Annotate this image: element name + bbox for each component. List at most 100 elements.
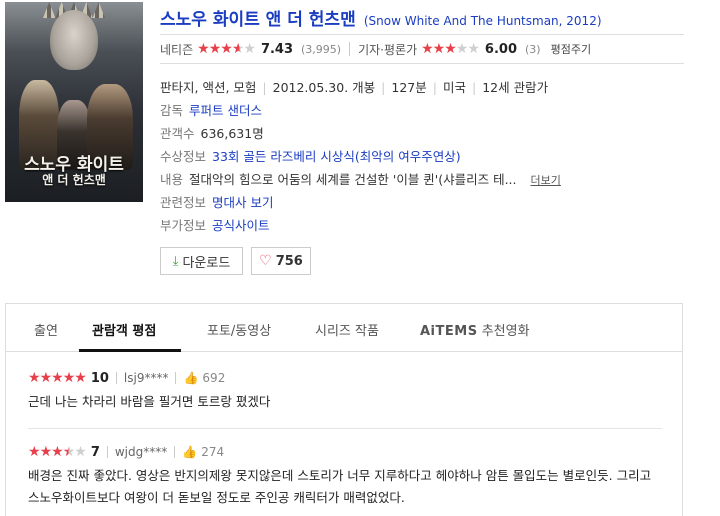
star-icon: ★ xyxy=(243,41,256,57)
star-icon: ★ xyxy=(467,41,480,57)
director-link[interactable]: 루퍼트 샌더스 xyxy=(189,103,262,118)
review-panel: 출연 관람객 평점 포토/동영상 시리즈 작품 AiTEMS 추천영화 ★★★★… xyxy=(5,303,683,516)
director-label: 감독 xyxy=(160,103,184,118)
divider xyxy=(106,446,108,458)
runtime: 127분 xyxy=(391,80,427,95)
download-label: 다운로드 xyxy=(182,255,231,271)
rating-divider xyxy=(349,42,351,56)
star-icon: ★ xyxy=(62,370,76,386)
star-icon: ★ xyxy=(197,41,210,57)
heart-icon: ♡ xyxy=(259,253,272,269)
critic-score: 6.00 xyxy=(484,41,517,57)
tab-cast[interactable]: 출연 xyxy=(34,320,58,339)
movie-poster[interactable]: 스노우 화이트 앤 더 헌츠맨 xyxy=(5,2,143,202)
thumbs-up-icon[interactable]: 👍 xyxy=(182,445,197,459)
netizen-count: (3,995) xyxy=(301,42,342,56)
movie-title-english: (Snow White And The Huntsman, 2012) xyxy=(363,14,602,28)
audience-row: 관객수 636,631명 xyxy=(160,125,561,148)
director-row: 감독 루퍼트 샌더스 xyxy=(160,102,561,125)
review-likes: 692 xyxy=(202,371,226,385)
review-score: 7 xyxy=(90,444,100,460)
tab-audience-rating[interactable]: 관람객 평점 xyxy=(92,320,156,339)
review-divider xyxy=(28,428,662,429)
netizen-star-icons: ★★★★★ xyxy=(197,41,256,57)
review-likes: 274 xyxy=(201,445,225,459)
tab-photos-videos[interactable]: 포토/동영상 xyxy=(207,320,271,339)
divider xyxy=(175,372,177,384)
plot-row: 내용 절대악의 힘으로 어둠의 세계를 건설한 '이블 퀸'(샤를리즈 테... 더… xyxy=(160,171,561,194)
star-icon: ★ xyxy=(421,41,434,57)
audience-label: 관객수 xyxy=(160,126,195,141)
info-basic-row: 판타지, 액션, 모험 | 2012.05.30. 개봉 | 127분 | 미국 | 12세 관… xyxy=(160,79,561,102)
review-text: 근데 나는 차라리 바람을 필거면 토르랑 폈겠다 xyxy=(28,394,271,409)
like-count: 756 xyxy=(275,253,303,269)
critic-star-icons: ★★★★★ xyxy=(421,41,480,57)
poster-subtitle: 앤 더 헌츠맨 xyxy=(42,173,106,187)
star-icon: ★ xyxy=(28,444,41,460)
star-icon: ★ xyxy=(231,41,245,57)
official-site-link[interactable]: 공식사이트 xyxy=(212,218,270,233)
divider xyxy=(115,372,117,384)
star-icon: ★ xyxy=(39,444,53,460)
movie-info: 판타지, 액션, 모험 | 2012.05.30. 개봉 | 127분 | 미국 | 12세 관… xyxy=(160,79,561,240)
movie-title: 스노우 화이트 앤 더 헌츠맨 (Snow White And The Hunt… xyxy=(160,5,602,30)
country: 미국 xyxy=(442,80,466,95)
active-tab-indicator xyxy=(79,349,181,352)
aitems-brand: AiTEMS xyxy=(420,324,478,339)
star-icon: ★ xyxy=(432,41,446,57)
netizen-score: 7.43 xyxy=(260,41,294,57)
review-user: lsj9**** xyxy=(123,371,169,385)
related-row: 관련정보 명대사 보기 xyxy=(160,194,561,217)
poster-queen-figure xyxy=(50,10,98,70)
age-rating: 12세 관람가 xyxy=(482,80,549,95)
awards-row: 수상정보 33회 골든 라즈베리 시상식(최악의 여우주연상) xyxy=(160,148,561,171)
review-item: ★★★★★ 7 wjdg**** 👍 274 배경은 진짜 좋았다. 영상은 반… xyxy=(28,444,662,509)
review-user: wjdg**** xyxy=(114,445,168,459)
divider xyxy=(174,446,176,458)
plot-label: 내용 xyxy=(160,172,184,187)
review-star-icons: ★★★★★ xyxy=(28,370,87,386)
review-item: ★★★★★ 10 lsj9**** 👍 692 근데 나는 차라리 바람을 필거… xyxy=(28,370,662,413)
audience-count: 636,631명 xyxy=(200,126,264,141)
plot-text: 절대악의 힘으로 어둠의 세계를 건설한 '이블 퀸'(샤를리즈 테... xyxy=(189,172,517,187)
extra-row: 부가정보 공식사이트 xyxy=(160,217,561,240)
star-icon: ★ xyxy=(62,444,76,460)
extra-label: 부가정보 xyxy=(160,218,207,233)
aitems-label: 추천영화 xyxy=(477,324,530,339)
tab-aitems[interactable]: AiTEMS 추천영화 xyxy=(420,320,530,339)
genre-text: 판타지, 액션, 모험 xyxy=(160,80,257,95)
star-icon: ★ xyxy=(28,370,41,386)
awards-link[interactable]: 33회 골든 라즈베리 시상식(최악의 여우주연상) xyxy=(212,149,461,164)
star-icon: ★ xyxy=(51,444,64,460)
star-icon: ★ xyxy=(51,370,64,386)
awards-label: 수상정보 xyxy=(160,149,207,164)
divider: | xyxy=(381,80,386,95)
rate-button[interactable]: 평점주기 xyxy=(551,41,591,57)
star-icon: ★ xyxy=(74,444,87,460)
more-link[interactable]: 더보기 xyxy=(531,174,561,187)
like-button[interactable]: ♡ 756 xyxy=(251,247,311,275)
release-date: 2012.05.30. 개봉 xyxy=(272,80,376,95)
quotes-link[interactable]: 명대사 보기 xyxy=(212,195,273,210)
star-icon: ★ xyxy=(39,370,53,386)
star-icon: ★ xyxy=(455,41,469,57)
critic-count: (3) xyxy=(525,42,541,56)
star-icon: ★ xyxy=(208,41,222,57)
review-star-icons: ★★★★★ xyxy=(28,444,87,460)
netizen-rating-label: 네티즌 xyxy=(160,42,194,57)
download-button[interactable]: ⤓ 다운로드 xyxy=(160,247,243,275)
rating-bar: 네티즌 ★★★★★ 7.43 (3,995) 기자·평론가 ★★★★★ 6.00… xyxy=(160,34,684,64)
divider: | xyxy=(432,80,437,95)
critic-rating-label: 기자·평론가 xyxy=(358,42,418,57)
review-head: ★★★★★ 10 lsj9**** 👍 692 xyxy=(28,370,662,386)
star-icon: ★ xyxy=(444,41,457,57)
divider: | xyxy=(471,80,477,95)
star-icon: ★ xyxy=(74,370,87,386)
download-icon: ⤓ xyxy=(172,253,179,269)
star-icon: ★ xyxy=(220,41,233,57)
tab-series[interactable]: 시리즈 작품 xyxy=(315,320,379,339)
related-label: 관련정보 xyxy=(160,195,207,210)
divider: | xyxy=(262,80,267,95)
thumbs-up-icon[interactable]: 👍 xyxy=(183,371,198,385)
movie-title-korean[interactable]: 스노우 화이트 앤 더 헌츠맨 xyxy=(160,10,356,30)
